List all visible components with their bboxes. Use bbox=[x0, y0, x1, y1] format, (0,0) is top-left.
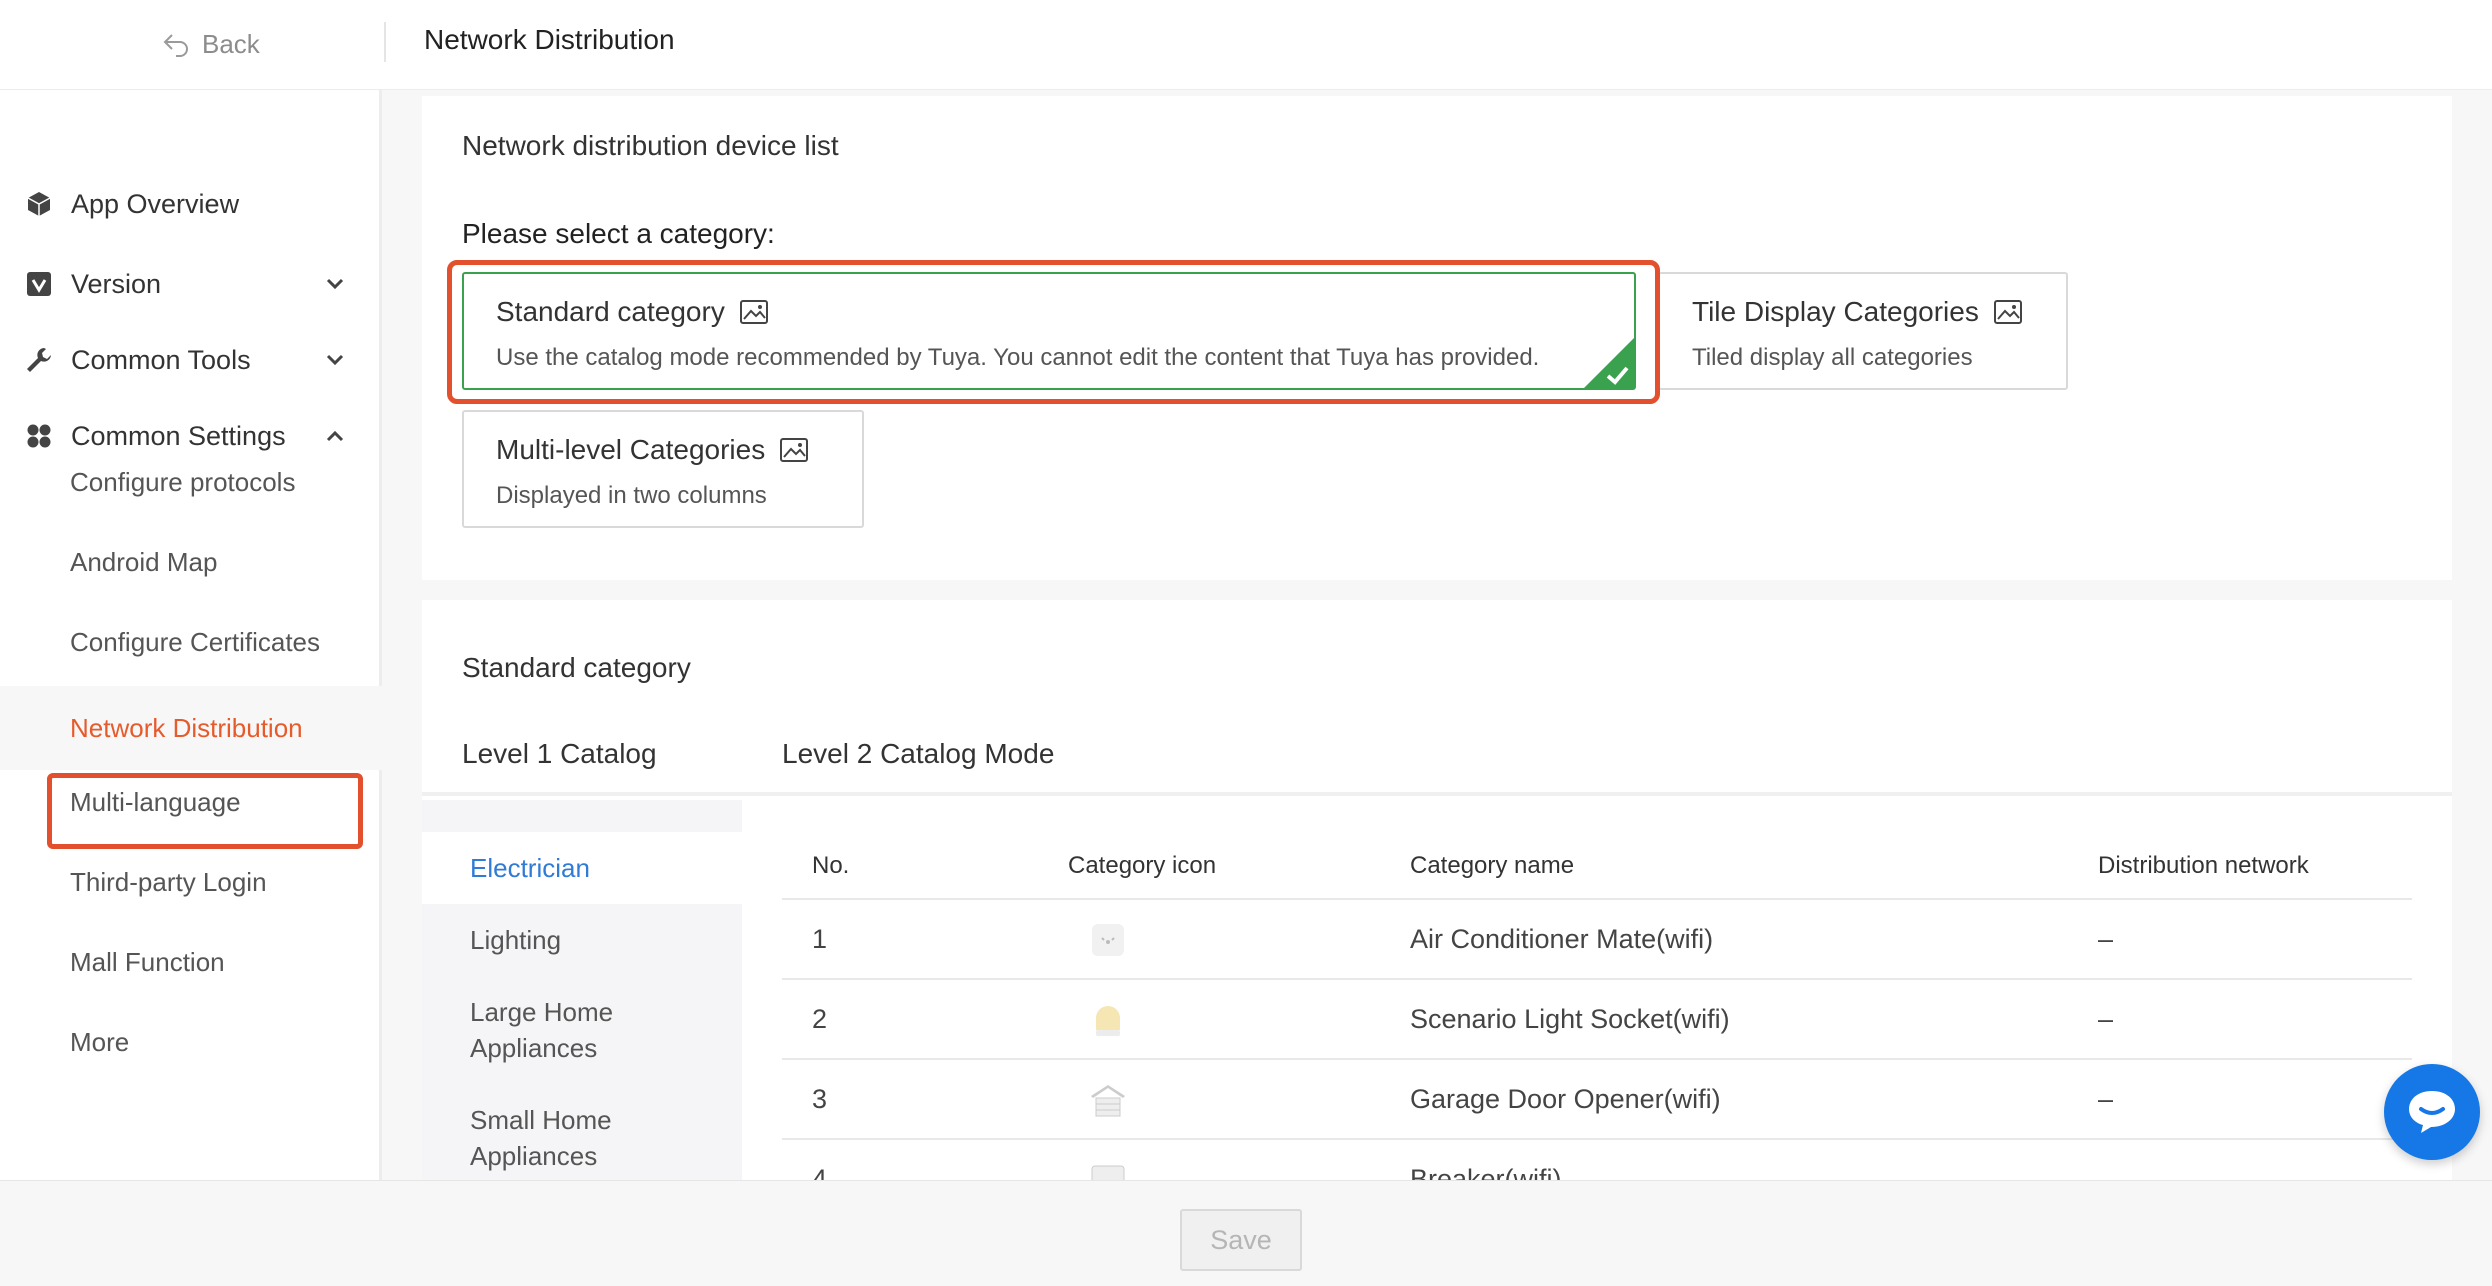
sidebar-item-android-map[interactable]: Android Map bbox=[0, 528, 382, 596]
wrench-icon bbox=[24, 345, 54, 375]
table-row[interactable]: 2 Scenario Light Socket(wifi) – bbox=[782, 980, 2412, 1060]
row-number: 2 bbox=[812, 1004, 828, 1034]
category-prompt: Please select a category: bbox=[462, 218, 775, 249]
footer-bar: Save bbox=[0, 1180, 2492, 1286]
back-arrow-icon bbox=[163, 34, 188, 57]
sidebar-item-label: Android Map bbox=[70, 546, 218, 577]
level1-item-label: Lighting bbox=[470, 925, 562, 955]
sidebar-item-label: Configure Certificates bbox=[70, 626, 320, 657]
sidebar-item-mall-function[interactable]: Mall Function bbox=[0, 928, 382, 996]
sidebar-item-version[interactable]: Version bbox=[0, 254, 382, 314]
level1-item-lighting[interactable]: Lighting bbox=[422, 904, 742, 976]
distribution-network: – bbox=[2098, 1084, 2114, 1114]
sidebar-item-third-party-login[interactable]: Third-party Login bbox=[0, 848, 382, 916]
sidebar: App Overview Version Common Tools Common… bbox=[0, 90, 382, 1180]
back-label: Back bbox=[202, 28, 260, 59]
level1-item-electrician[interactable]: Electrician bbox=[422, 832, 742, 904]
image-icon[interactable] bbox=[779, 437, 809, 463]
option-standard-category[interactable]: Standard category Use the catalog mode r… bbox=[462, 272, 1636, 390]
grid-icon bbox=[24, 421, 54, 451]
sidebar-item-label: Configure protocols bbox=[70, 466, 296, 497]
sidebar-item-more[interactable]: More bbox=[0, 1008, 382, 1076]
sidebar-item-label: Network Distribution bbox=[70, 712, 303, 743]
standard-category-heading: Standard category bbox=[462, 652, 691, 683]
sidebar-item-label: Common Tools bbox=[71, 344, 251, 375]
sidebar-item-app-overview[interactable]: App Overview bbox=[0, 174, 382, 234]
category-name: Garage Door Opener(wifi) bbox=[1410, 1084, 1721, 1114]
option-title: Standard category bbox=[496, 296, 725, 327]
level1-item-label: Large Home Appliances bbox=[470, 997, 614, 1063]
table-header: No. Category icon Category name Distribu… bbox=[782, 830, 2412, 900]
header-divider bbox=[384, 22, 386, 62]
level1-catalog-list: Electrician Lighting Large Home Applianc… bbox=[422, 800, 742, 1180]
distribution-network: – bbox=[2098, 924, 2114, 954]
level2-catalog-header: Level 2 Catalog Mode bbox=[782, 738, 1055, 769]
sidebar-item-network-distribution[interactable]: Network Distribution bbox=[0, 686, 382, 770]
option-description: Use the catalog mode recommended by Tuya… bbox=[496, 344, 1540, 371]
table-row[interactable]: 3 Garage Door Opener(wifi) – bbox=[782, 1060, 2412, 1140]
column-header: Distribution network bbox=[2098, 852, 2309, 879]
sidebar-item-label: Version bbox=[71, 268, 162, 299]
chat-support-button[interactable] bbox=[2384, 1064, 2480, 1160]
option-description: Tiled display all categories bbox=[1692, 344, 1973, 371]
image-icon[interactable] bbox=[1993, 299, 2023, 325]
level1-item-label: Electrician bbox=[470, 853, 590, 883]
cube-icon bbox=[24, 189, 54, 219]
version-icon bbox=[24, 269, 54, 299]
level1-item-label: Small Home Appliances bbox=[470, 1105, 612, 1171]
page-title: Network Distribution bbox=[424, 24, 675, 55]
device-list-heading: Network distribution device list bbox=[462, 130, 839, 161]
distribution-network: – bbox=[2098, 1004, 2114, 1034]
sidebar-item-label: Common Settings bbox=[71, 420, 286, 451]
column-header: No. bbox=[812, 852, 850, 879]
option-description: Displayed in two columns bbox=[496, 482, 767, 509]
column-header: Category icon bbox=[1068, 852, 1217, 879]
sidebar-item-label: App Overview bbox=[71, 188, 240, 219]
row-number: 1 bbox=[812, 924, 828, 954]
sidebar-item-label: Third-party Login bbox=[70, 866, 267, 897]
light-socket-icon bbox=[1096, 1006, 1120, 1036]
sidebar-item-label: Mall Function bbox=[70, 946, 225, 977]
option-title: Tile Display Categories bbox=[1692, 296, 1979, 327]
category-name: Scenario Light Socket(wifi) bbox=[1410, 1004, 1730, 1034]
sidebar-item-label: More bbox=[70, 1026, 130, 1057]
sidebar-item-multi-language[interactable]: Multi-language bbox=[0, 768, 382, 836]
save-button[interactable]: Save bbox=[1180, 1209, 1302, 1271]
divider bbox=[422, 792, 2452, 796]
table-row[interactable]: 1 Air Conditioner Mate(wifi) – bbox=[782, 900, 2412, 980]
chevron-down-icon bbox=[326, 354, 344, 366]
sidebar-item-common-tools[interactable]: Common Tools bbox=[0, 330, 382, 390]
column-header: Category name bbox=[1410, 852, 1575, 879]
socket-icon bbox=[1092, 924, 1124, 956]
sidebar-item-configure-certificates[interactable]: Configure Certificates bbox=[0, 608, 382, 676]
back-button[interactable]: Back bbox=[160, 24, 260, 64]
row-number: 3 bbox=[812, 1084, 828, 1114]
level1-catalog-header: Level 1 Catalog bbox=[462, 738, 657, 769]
option-tile-display-categories[interactable]: Tile Display Categories Tiled display al… bbox=[1658, 272, 2068, 390]
chat-bubble-icon bbox=[2409, 1091, 2455, 1133]
level1-item-large-home-appliances[interactable]: Large Home Appliances bbox=[422, 976, 742, 1084]
level1-item-small-home-appliances[interactable]: Small Home Appliances bbox=[422, 1084, 742, 1192]
option-multi-level-categories[interactable]: Multi-level Categories Displayed in two … bbox=[462, 410, 864, 528]
selected-check-icon bbox=[1584, 338, 1634, 388]
top-header: Back Network Distribution bbox=[0, 0, 2492, 90]
category-name: Air Conditioner Mate(wifi) bbox=[1410, 924, 1714, 954]
sidebar-item-label: Multi-language bbox=[70, 786, 241, 817]
chevron-up-icon bbox=[326, 430, 344, 442]
option-title: Multi-level Categories bbox=[496, 434, 766, 465]
sidebar-item-configure-protocols[interactable]: Configure protocols bbox=[0, 448, 382, 516]
garage-door-icon bbox=[1091, 1085, 1125, 1117]
chevron-down-icon bbox=[326, 278, 344, 290]
image-icon[interactable] bbox=[739, 299, 769, 325]
